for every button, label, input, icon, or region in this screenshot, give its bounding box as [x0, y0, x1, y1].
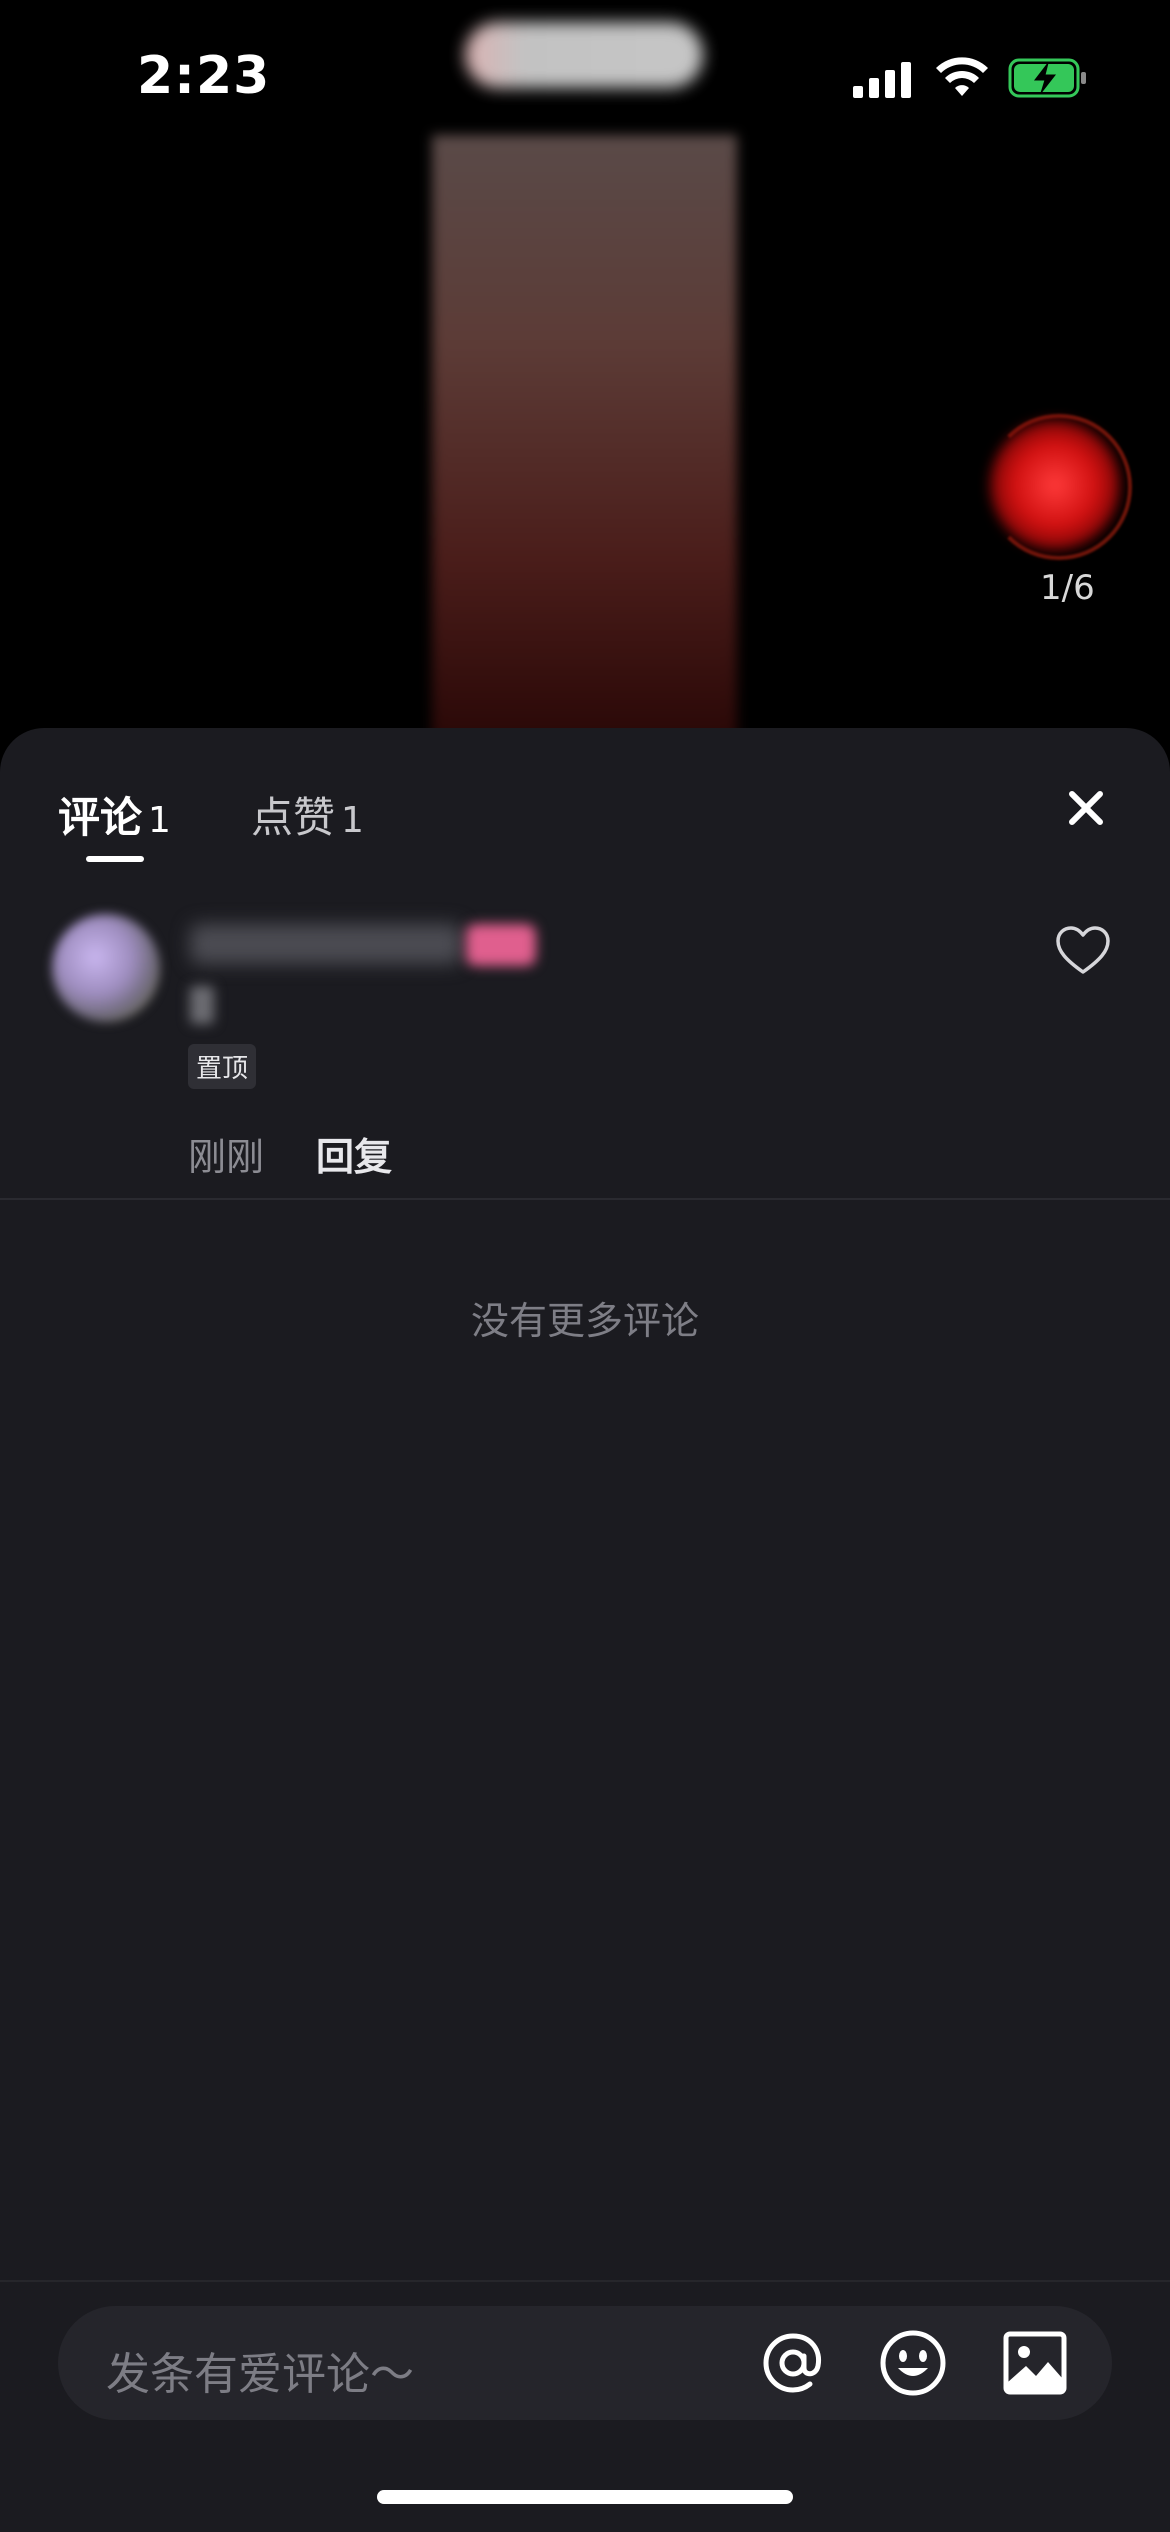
divider	[0, 1198, 1170, 1200]
tab-likes-count: 1	[341, 800, 364, 841]
composer-divider	[0, 2280, 1170, 2282]
commenter-avatar[interactable]	[52, 914, 160, 1022]
commenter-username[interactable]	[190, 924, 462, 964]
tab-underline	[86, 856, 144, 862]
video-preview[interactable]	[432, 135, 737, 740]
close-icon[interactable]	[1062, 784, 1110, 832]
tab-comments[interactable]: 评论 1	[58, 784, 171, 845]
comment-text	[190, 986, 214, 1024]
battery-charging-icon	[1008, 58, 1086, 98]
cellular-signal-icon	[853, 58, 915, 98]
comment-sheet: 评论 1 点赞 1 置顶 刚刚 回复 没有更多评论	[0, 728, 1170, 2532]
page-indicator: 1/6	[1040, 568, 1095, 608]
at-icon[interactable]	[756, 2326, 830, 2400]
heart-icon[interactable]	[1054, 924, 1112, 976]
image-icon[interactable]	[998, 2326, 1072, 2400]
comment-time: 刚刚	[188, 1135, 265, 1179]
tab-likes-label: 点赞	[251, 793, 336, 842]
reply-button[interactable]: 回复	[316, 1126, 392, 1181]
pinned-tag: 置顶	[188, 1044, 257, 1089]
dynamic-island	[465, 22, 703, 88]
tab-comments-label: 评论	[58, 793, 143, 842]
tab-comments-count: 1	[148, 800, 171, 841]
no-more-comments: 没有更多评论	[470, 1299, 699, 1343]
emoji-icon[interactable]	[876, 2326, 950, 2400]
red-envelope-icon[interactable]	[990, 420, 1120, 550]
tab-likes[interactable]: 点赞 1	[251, 784, 364, 845]
status-time: 2:23	[137, 46, 271, 106]
home-indicator	[377, 2490, 793, 2504]
commenter-badge	[466, 924, 536, 966]
wifi-icon	[936, 57, 988, 96]
comment-input-placeholder: 发条有爱评论～	[106, 2349, 414, 2400]
